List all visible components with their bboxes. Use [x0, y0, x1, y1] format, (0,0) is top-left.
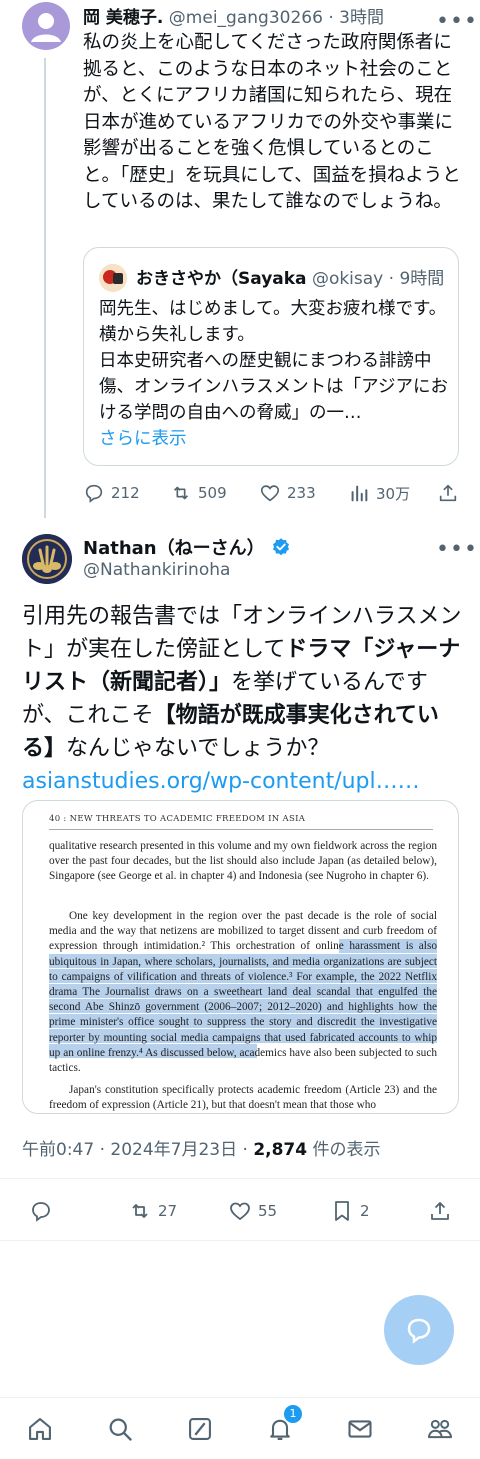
like-button[interactable]: 55	[228, 1199, 277, 1223]
communities-icon	[427, 1419, 453, 1438]
quote-handle: @okisay	[311, 269, 384, 289]
reply-button[interactable]: 212	[83, 482, 140, 504]
grok-icon	[189, 1417, 211, 1440]
heart-icon	[230, 1202, 250, 1221]
thread-line	[44, 58, 46, 518]
reply-count: 212	[111, 484, 140, 502]
bookmark-icon	[335, 1201, 349, 1221]
views-chart-icon	[351, 485, 368, 502]
reply-icon	[85, 484, 103, 503]
compose-reply-button[interactable]	[384, 1295, 454, 1365]
tweet-datetime[interactable]: 午前0:47 · 2024年7月23日 ·	[22, 1140, 253, 1160]
share-icon	[431, 1202, 449, 1220]
retweet-button[interactable]: 509	[170, 482, 227, 504]
handle[interactable]: @Nathankirinoha	[83, 560, 230, 580]
bookmark-button[interactable]: 2	[330, 1199, 370, 1223]
handle[interactable]: @mei_gang30266	[169, 8, 323, 28]
show-more-link[interactable]: さらに表示	[99, 425, 187, 450]
text-segment: なんじゃないでしょうか？	[66, 736, 330, 761]
timestamp[interactable]: 3時間	[339, 8, 384, 28]
nav-search[interactable]	[100, 1409, 140, 1449]
views-label: 件の表示	[307, 1140, 381, 1160]
reply-bubble-icon	[407, 1318, 431, 1344]
views-count: 2,874	[253, 1140, 308, 1160]
document-header: 40 : NEW THREATS TO ACADEMIC FREEDOM IN …	[49, 814, 306, 824]
display-name[interactable]: Nathan（ねーさん）	[83, 534, 265, 560]
views-count: 30万	[376, 484, 411, 503]
nav-notifications[interactable]: 1	[260, 1404, 302, 1449]
retweet-icon	[173, 486, 189, 500]
tweet-meta: 午前0:47 · 2024年7月23日 · 2,874 件の表示	[22, 1135, 381, 1160]
nav-home[interactable]	[20, 1409, 60, 1449]
document-paragraph: qualitative research presented in this v…	[49, 840, 437, 883]
document-paragraph: One key development in the region over t…	[49, 910, 437, 1075]
retweet-count: 509	[198, 484, 227, 502]
display-name-row[interactable]: Nathan（ねーさん）	[83, 534, 291, 560]
retweet-button[interactable]: 27	[128, 1199, 177, 1223]
views-button[interactable]: 30万	[348, 482, 410, 504]
tweet-header: 岡 美穂子. @mei_gang30266 · 3時間	[83, 8, 384, 28]
quote-header: おきさやか（Sayaka @okisay · 9時間	[136, 269, 445, 289]
quote-text: 岡先生、はじめまして。大変お疲れ様です。横から失礼します。 日本史研究者への歴史…	[99, 299, 448, 423]
nav-messages[interactable]	[340, 1409, 380, 1449]
share-button[interactable]	[437, 482, 459, 504]
tweet-image[interactable]: 40 : NEW THREATS TO ACADEMIC FREEDOM IN …	[22, 800, 459, 1114]
bookmark-count: 2	[360, 1202, 370, 1220]
paulownia-crest-icon	[22, 534, 72, 584]
nav-grok[interactable]	[180, 1409, 220, 1449]
like-button[interactable]: 233	[259, 482, 316, 504]
like-count: 233	[287, 484, 316, 502]
divider	[0, 1240, 480, 1241]
default-avatar-icon	[31, 13, 61, 42]
share-button[interactable]	[428, 1199, 452, 1223]
display-name[interactable]: 岡 美穂子.	[83, 8, 163, 28]
quote-timestamp: 9時間	[399, 269, 445, 289]
tweet-link[interactable]: asianstudies.org/wp-content/upl……	[22, 769, 420, 794]
tweet-text: 私の炎上を心配してくださった政府関係者に拠ると、このような日本のネット社会のこと…	[83, 32, 461, 212]
envelope-icon	[348, 1419, 372, 1438]
avatar[interactable]	[22, 534, 72, 584]
nav-communities[interactable]	[420, 1409, 460, 1449]
verified-badge-icon	[272, 538, 289, 556]
retweet-icon	[132, 1204, 148, 1218]
retweet-count: 27	[158, 1202, 178, 1220]
notification-badge: 1	[284, 1404, 302, 1423]
avatar	[99, 264, 127, 292]
more-options-icon[interactable]: •••	[436, 537, 478, 562]
divider	[49, 829, 433, 830]
search-icon	[109, 1418, 132, 1441]
quote-tweet[interactable]: おきさやか（Sayaka @okisay · 9時間 岡先生、はじめまして。大変…	[83, 247, 459, 466]
document-paragraph: Japan's constitution specifically protec…	[49, 1084, 437, 1112]
bottom-navigation: 1	[0, 1397, 480, 1459]
reply-button[interactable]	[29, 1199, 53, 1223]
quote-display-name: おきさやか（Sayaka	[136, 269, 307, 289]
divider	[0, 1178, 480, 1179]
avatar[interactable]	[22, 2, 70, 50]
quote-avatar-icon	[99, 264, 127, 292]
reply-icon	[32, 1202, 50, 1222]
share-icon	[439, 484, 457, 502]
home-icon	[29, 1417, 51, 1440]
heart-icon	[260, 485, 280, 502]
tweet-text: 引用先の報告書では「オンラインハラスメント」が実在した傍証としてドラマ「ジャーナ…	[22, 600, 462, 798]
like-count: 55	[258, 1202, 278, 1220]
